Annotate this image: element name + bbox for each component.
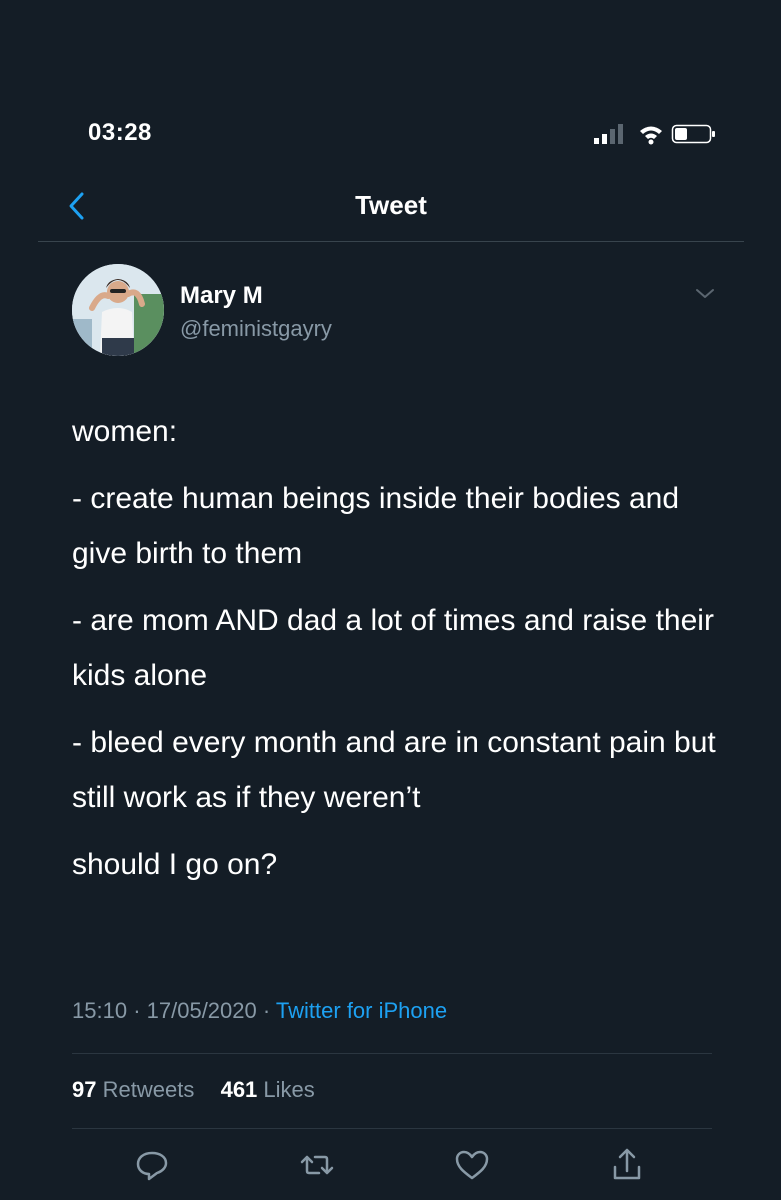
status-icons <box>594 124 715 145</box>
tweet-metadata: 15:10 · 17/05/2020 · Twitter for iPhone <box>72 998 447 1024</box>
retweet-icon[interactable] <box>297 1145 337 1185</box>
tweet-paragraph: - create human beings inside their bodie… <box>72 482 680 570</box>
tweet-paragraph: women: <box>72 415 178 448</box>
wifi-icon <box>640 126 662 145</box>
tweet-paragraph: - bleed every month and are in constant … <box>72 726 716 814</box>
status-time: 03:28 <box>88 119 152 146</box>
tweet-date: 17/05/2020 <box>146 998 257 1023</box>
likes-label: Likes <box>263 1077 315 1102</box>
tweet-paragraph: - are mom AND dad a lot of times and rai… <box>72 604 714 692</box>
retweets-label: Retweets <box>102 1077 195 1102</box>
status-bar: 03:28 <box>0 0 781 170</box>
like-icon[interactable] <box>452 1145 492 1185</box>
author-name[interactable]: Mary M <box>180 282 263 310</box>
tweet-author: Mary M @feministgayry <box>72 264 722 356</box>
retweets-stat[interactable]: 97 Retweets <box>72 1077 194 1102</box>
author-handle[interactable]: @feministgayry <box>180 316 332 342</box>
retweets-count: 97 <box>72 1077 97 1102</box>
tweet-stats: 97 Retweets 461 Likes <box>72 1077 315 1103</box>
likes-stat[interactable]: 461 Likes <box>221 1077 315 1102</box>
avatar-image <box>72 264 164 356</box>
share-icon[interactable] <box>607 1145 647 1185</box>
divider <box>72 1053 712 1054</box>
page-title: Tweet <box>355 190 427 220</box>
tweet-text: women: - create human beings inside thei… <box>72 404 722 904</box>
signal-icon <box>594 124 623 144</box>
top-navigation-bar: Tweet <box>38 175 744 242</box>
tweet-paragraph: should I go on? <box>72 848 278 881</box>
chevron-down-icon[interactable] <box>692 284 718 304</box>
battery-icon <box>671 124 715 144</box>
reply-icon[interactable] <box>132 1145 172 1185</box>
separator-dot: · <box>133 998 147 1023</box>
tweet-actions <box>72 1145 712 1195</box>
separator-dot: · <box>262 998 276 1023</box>
avatar[interactable] <box>72 264 164 356</box>
tweet-time: 15:10 <box>72 998 128 1023</box>
likes-count: 461 <box>220 1077 258 1102</box>
tweet-source-link[interactable]: Twitter for iPhone <box>276 998 447 1023</box>
divider <box>72 1128 712 1129</box>
